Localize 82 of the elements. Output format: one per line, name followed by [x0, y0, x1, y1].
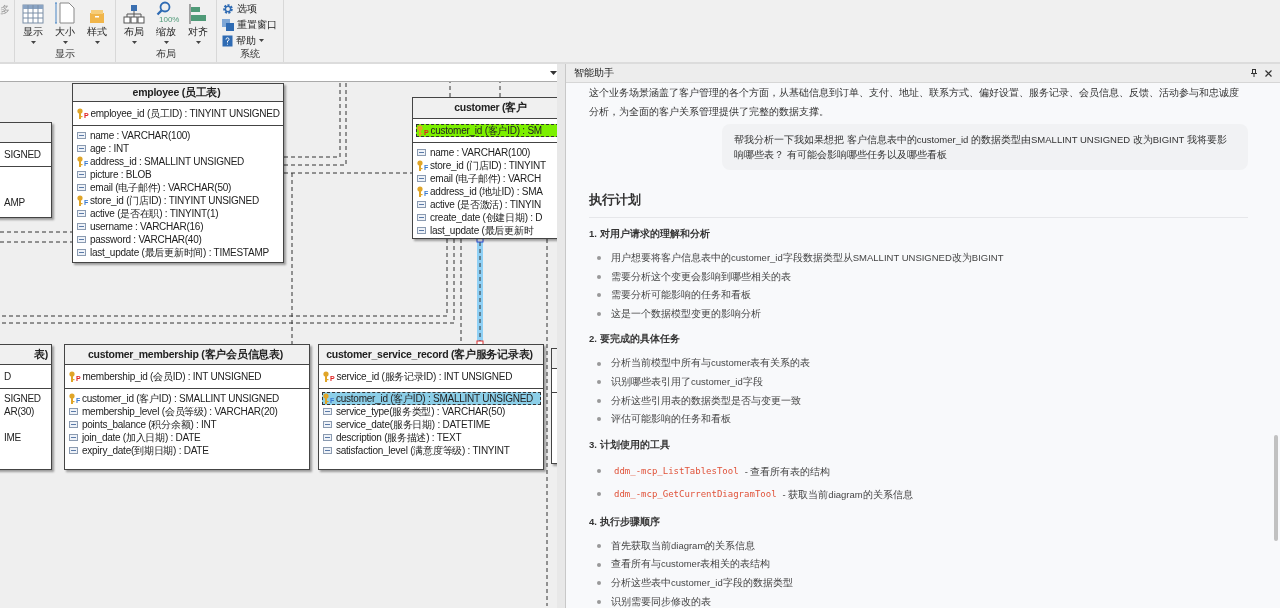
list-item-text: 分析这些引用表的数据类型是否与变更一致 [611, 393, 801, 408]
field-text: name : VARCHAR(100) [90, 130, 191, 141]
ribbon-button[interactable]: 对齐 [182, 0, 214, 48]
list-item-text: 需要分析这个变更会影响到哪些相关的表 [611, 269, 791, 284]
entity-table[interactable]: SIGNED AMP [0, 122, 52, 218]
ribbon-button[interactable]: 重置窗口 [222, 17, 277, 32]
ribbon-group-label: 显示 [54, 48, 76, 61]
ribbon-button[interactable]: 大小 [49, 0, 81, 48]
field-text: password : VARCHAR(40) [90, 234, 202, 245]
table-title: customer (客户 [413, 98, 557, 119]
tool-name: ddm_-mcp_GetCurrentDiagramTool [614, 487, 777, 501]
field-text: name : VARCHAR(100) [430, 147, 531, 158]
field-text: service_id (服务记录ID) : INT UNSIGNED [336, 369, 513, 384]
section-title: 1. 对用户请求的理解和分析 [589, 227, 711, 241]
field-text: customer_id (客户ID) : SMALLINT UNSIGNED [82, 391, 280, 406]
ribbon-button[interactable]: 布局 [118, 0, 150, 48]
list-item-text: 查看所有与customer表相关的表结构 [611, 557, 771, 572]
field-text: points_balance (积分余额) : INT [82, 417, 217, 432]
ribbon-button[interactable]: 100% 缩放 [150, 0, 182, 48]
field-text: active (是否在职) : TINYINT(1) [90, 206, 219, 221]
table-title: customer_membership (客户会员信息表) [65, 345, 309, 365]
field-text: employee_id (员工ID) : TINYINT UNSIGNED [90, 106, 280, 121]
field-text: customer_id (客户ID) : SM [430, 123, 542, 138]
ribbon-group-label: 系统 [238, 48, 261, 61]
table-title: customer_service_record (客户服务记录表) [319, 345, 543, 365]
field-text: store_id (门店ID) : TINYINT [430, 158, 546, 173]
list-item-text: 分析当前模型中所有与customer表有关系的表 [611, 356, 811, 371]
ribbon-overflow-label: 多 [0, 3, 10, 17]
field-text: email (电子邮件) : VARCHAR(50) [90, 180, 232, 195]
list-item-text: 用户想要将客户信息表中的customer_id字段数据类型从SMALLINT UNSIGNED改为BIGINT [611, 251, 1004, 265]
field-text: email (电子邮件) : VARCH [430, 171, 541, 186]
list-item-text: 分析这些表中customer_id字段的数据类型 [611, 575, 793, 590]
field-text: create_date (创建日期) : D [430, 210, 543, 225]
zoom-level-label: 100% [159, 15, 180, 24]
field-text: description (服务描述) : TEXT [336, 430, 462, 445]
section-title: 3. 计划使用的工具 [589, 437, 671, 452]
field-text: IME [4, 432, 22, 443]
field-text: SIGNED [4, 393, 41, 404]
list-item-text: - 获取当前diagram的关系信息 [782, 487, 913, 502]
ribbon-button[interactable]: 帮助 [222, 33, 277, 48]
plan-heading: 执行计划 [589, 190, 1248, 218]
field-text: expiry_date(到期日期) : DATE [82, 443, 209, 458]
ribbon-button[interactable]: 显示 [17, 0, 49, 48]
table-title: 表) [0, 345, 51, 365]
field-text: last_update (最后更新时 [430, 223, 534, 238]
field-text: join_date (加入日期) : DATE [82, 430, 201, 445]
field-text: service_type(服务类型) : VARCHAR(50) [336, 404, 506, 419]
field-text: SIGNED [4, 149, 41, 160]
field-text: address_id (地址ID) : SMA [430, 184, 543, 199]
field-text: username : VARCHAR(16) [90, 221, 204, 232]
field-text: store_id (门店ID) : TINYINT UNSIGNED [90, 193, 259, 208]
field-text: satisfaction_level (满意度等级) : TINYINT [336, 443, 510, 458]
field-text: D [4, 371, 11, 382]
field-text: AMP [4, 197, 25, 208]
section-title: 2. 要完成的具体任务 [589, 332, 681, 347]
field-text: age : INT [90, 143, 129, 154]
ribbon-button[interactable]: 样式 [81, 0, 113, 48]
entity-table[interactable]: 表) D SIGNED AR(30) IME [0, 344, 52, 470]
field-text: last_update (最后更新时间) : TIMESTAMP [90, 245, 269, 260]
field-text: membership_id (会员ID) : INT UNSIGNED [82, 369, 262, 384]
ribbon-button[interactable]: 选项 [222, 1, 277, 16]
assistant-message: 这个业务场景涵盖了客户管理的各个方面，从基础信息到订单、支付、地址、联系方式、偏好设置、服务记录、会员信息、反馈、活动参与和忠诚度分析，为全面的客户关系管理提供了完整的数据支撑。 [589, 86, 1240, 119]
list-item-text: 需要分析可能影响的任务和看板 [611, 288, 751, 303]
user-message: 帮我分析一下我如果想把 客户信息表中的customer_id 的数据类型由SMALLINT UNSIGNED 改为BIGINT 我将要影响哪些表？ 有可能会影响哪些任务以及哪些看板 [722, 124, 1248, 170]
list-item-text: 评估可能影响的任务和看板 [611, 412, 731, 427]
list-item-text: 识别哪些表引用了customer_id字段 [611, 374, 763, 389]
field-text: AR(30) [4, 406, 35, 417]
field-text: membership_level (会员等级) : VARCHAR(20) [82, 404, 278, 419]
field-text: active (是否激活) : TINYIN [430, 197, 541, 212]
field-text: customer_id (客户ID) : SMALLINT UNSIGNED [336, 391, 534, 406]
list-item-text: 首先获取当前diagram的关系信息 [611, 538, 756, 553]
section-title: 4. 执行步骤顺序 [589, 514, 661, 529]
tool-name: ddm_-mcp_ListTablesTool [614, 464, 739, 478]
panel-title: 智能助手 [574, 66, 615, 80]
ribbon-group-label: 布局 [155, 48, 177, 61]
table-title: employee (员工表) [73, 84, 283, 102]
list-item-text: 这是一个数据模型变更的影响分析 [611, 306, 761, 321]
field-text: address_id : SMALLINT UNSIGNED [90, 156, 245, 167]
list-item-text: 识别需要同步修改的表 [611, 594, 711, 608]
field-text: picture : BLOB [90, 169, 152, 180]
field-text: service_date(服务日期) : DATETIME [336, 417, 491, 432]
list-item-text: - 查看所有表的结构 [744, 464, 831, 479]
